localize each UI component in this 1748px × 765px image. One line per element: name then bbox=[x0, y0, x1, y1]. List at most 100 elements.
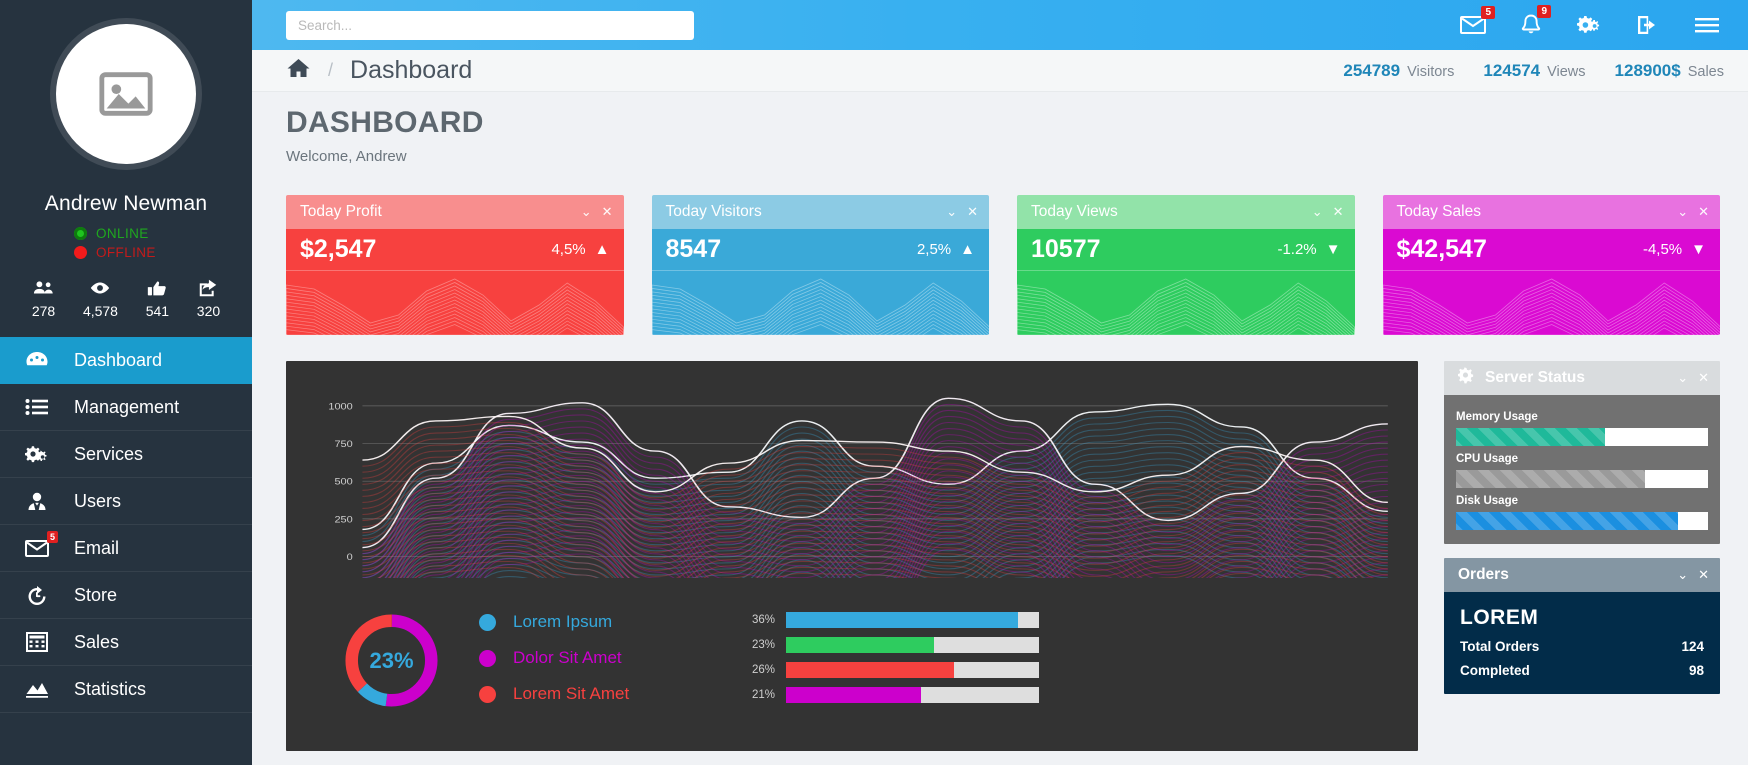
close-icon[interactable]: ✕ bbox=[967, 204, 978, 220]
close-icon[interactable]: ✕ bbox=[1333, 204, 1344, 220]
progress-bar-row: 26% bbox=[749, 662, 1039, 678]
sidebar-item-label: Users bbox=[74, 490, 122, 511]
offline-dot-icon bbox=[74, 246, 87, 259]
area-chart-icon bbox=[22, 680, 52, 698]
avatar[interactable] bbox=[56, 24, 196, 164]
stat-card-today-sales: Today Sales ⌄ ✕ $42,547 -4,5% ▼ bbox=[1382, 195, 1720, 335]
sidebar-item-store[interactable]: Store bbox=[0, 572, 252, 619]
header-stat-views: 124574 Views bbox=[1483, 61, 1585, 81]
server-bar-fill bbox=[1456, 428, 1605, 446]
card-title: Today Views bbox=[1031, 203, 1118, 220]
card-sparkline bbox=[1017, 271, 1355, 335]
sidebar-item-label: Store bbox=[74, 584, 118, 605]
orders-row: Total Orders 124 bbox=[1460, 639, 1704, 654]
topbar: Search... 5 9 bbox=[252, 0, 1748, 50]
card-header: Today Visitors ⌄ ✕ bbox=[651, 195, 989, 229]
svg-text:1000: 1000 bbox=[328, 402, 353, 412]
trend-arrow-icon: ▼ bbox=[1691, 241, 1706, 258]
logout-button[interactable] bbox=[1636, 15, 1660, 35]
legend-item[interactable]: Dolor Sit Amet bbox=[479, 648, 749, 668]
close-icon[interactable]: ✕ bbox=[1698, 567, 1709, 583]
sidebar-item-users[interactable]: Users bbox=[0, 478, 252, 525]
sidebar-item-dashboard[interactable]: Dashboard bbox=[0, 337, 252, 384]
progress-track bbox=[786, 662, 1039, 678]
breadcrumb-title: Dashboard bbox=[350, 56, 473, 84]
server-bar-track bbox=[1456, 470, 1708, 488]
trend-arrow-icon: ▲ bbox=[960, 241, 975, 258]
legend-item[interactable]: Lorem Sit Amet bbox=[479, 684, 749, 704]
close-icon[interactable]: ✕ bbox=[602, 204, 613, 220]
sidebar-item-email[interactable]: 5 Email bbox=[0, 525, 252, 572]
stat-value: 124574 bbox=[1483, 60, 1541, 80]
orders-heading: LOREM bbox=[1460, 606, 1539, 629]
card-value: $2,547 bbox=[300, 235, 377, 263]
collapse-icon[interactable]: ⌄ bbox=[1312, 204, 1323, 220]
stat-label: Visitors bbox=[1407, 63, 1455, 80]
collapse-icon[interactable]: ⌄ bbox=[946, 204, 957, 220]
main-chart-panel: 1000 750 500 250 0 23% Lorem Ipsum Dolor… bbox=[286, 361, 1418, 751]
progress-bar-row: 23% bbox=[749, 637, 1039, 653]
user-profile: Andrew Newman ONLINE OFFLINE 278 4,578 5… bbox=[0, 0, 252, 337]
settings-button[interactable] bbox=[1576, 14, 1602, 36]
image-placeholder-icon bbox=[99, 72, 153, 116]
orders-row-label: Total Orders bbox=[1460, 639, 1540, 654]
metric-value: 4,578 bbox=[82, 303, 118, 319]
server-bar-label: CPU Usage bbox=[1456, 453, 1518, 465]
collapse-icon[interactable]: ⌄ bbox=[1677, 204, 1688, 220]
metric-shares: 320 bbox=[197, 278, 220, 319]
metric-value: 541 bbox=[145, 303, 170, 319]
dashboard-app: Andrew Newman ONLINE OFFLINE 278 4,578 5… bbox=[0, 0, 1748, 765]
gears-icon bbox=[22, 444, 52, 464]
card-body: 10577 -1.2% ▼ bbox=[1017, 229, 1355, 271]
status-offline-label: OFFLINE bbox=[96, 245, 156, 260]
header-stat-visitors: 254789 Visitors bbox=[1343, 61, 1454, 81]
progress-fill bbox=[786, 612, 1019, 628]
progress-percent-label: 36% bbox=[751, 614, 775, 626]
sidebar-item-services[interactable]: Services bbox=[0, 431, 252, 478]
sidebar-item-label: Statistics bbox=[74, 678, 147, 699]
sidebar-item-management[interactable]: Management bbox=[0, 384, 252, 431]
trend-arrow-icon: ▲ bbox=[594, 241, 610, 258]
legend-color-dot bbox=[479, 613, 496, 631]
close-icon[interactable]: ✕ bbox=[1698, 204, 1709, 220]
legend-item[interactable]: Lorem Ipsum bbox=[479, 612, 749, 632]
status-offline: OFFLINE bbox=[74, 243, 252, 262]
card-sparkline bbox=[286, 271, 624, 335]
gears-icon bbox=[1577, 16, 1600, 33]
eye-icon bbox=[91, 282, 110, 294]
card-value: $42,547 bbox=[1396, 235, 1487, 263]
page-welcome: Welcome, Andrew bbox=[286, 148, 407, 165]
legend-color-dot bbox=[479, 649, 496, 667]
orders-row-label: Completed bbox=[1460, 663, 1530, 678]
collapse-icon[interactable]: ⌄ bbox=[581, 204, 592, 220]
close-icon[interactable]: ✕ bbox=[1698, 370, 1709, 386]
collapse-icon[interactable]: ⌄ bbox=[1677, 370, 1688, 386]
online-dot-icon bbox=[74, 227, 87, 240]
progress-track bbox=[786, 637, 1039, 653]
search-input[interactable]: Search... bbox=[286, 10, 694, 40]
breadcrumb: / Dashboard 254789 Visitors 124574 Views… bbox=[252, 50, 1748, 92]
legend-label: Dolor Sit Amet bbox=[513, 648, 622, 667]
sidebar-item-label: Dashboard bbox=[74, 349, 163, 370]
page-content: DASHBOARD Welcome, Andrew Today Profit ⌄… bbox=[252, 92, 1748, 765]
card-body: 8547 2,5% ▲ bbox=[651, 229, 989, 271]
stat-card-today-views: Today Views ⌄ ✕ 10577 -1.2% ▼ bbox=[1017, 195, 1355, 335]
stat-card-today-visitors: Today Visitors ⌄ ✕ 8547 2,5% ▲ bbox=[651, 195, 989, 335]
sidebar-badge: 5 bbox=[46, 531, 58, 543]
sidebar-item-statistics[interactable]: Statistics bbox=[0, 666, 252, 713]
progress-percent-label: 21% bbox=[751, 689, 775, 701]
svg-text:0: 0 bbox=[347, 553, 354, 563]
menu-toggle-button[interactable] bbox=[1694, 16, 1720, 34]
messages-button[interactable]: 5 bbox=[1460, 6, 1495, 35]
svg-text:250: 250 bbox=[334, 515, 353, 525]
right-column: Server Status ⌄ ✕ Memory Usage CPU Usage bbox=[1444, 361, 1720, 751]
panel-body: Memory Usage CPU Usage Disk Usage bbox=[1444, 395, 1720, 544]
collapse-icon[interactable]: ⌄ bbox=[1677, 567, 1688, 583]
sidebar-item-label: Email bbox=[74, 537, 120, 558]
user-name: Andrew Newman bbox=[44, 192, 208, 215]
sidebar-item-sales[interactable]: Sales bbox=[0, 619, 252, 666]
card-sparkline bbox=[1382, 271, 1720, 335]
main-area: Search... 5 9 / Dashboard 254789 Visitor… bbox=[252, 0, 1748, 765]
notifications-button[interactable]: 9 bbox=[1520, 5, 1551, 36]
home-button[interactable] bbox=[286, 57, 311, 84]
